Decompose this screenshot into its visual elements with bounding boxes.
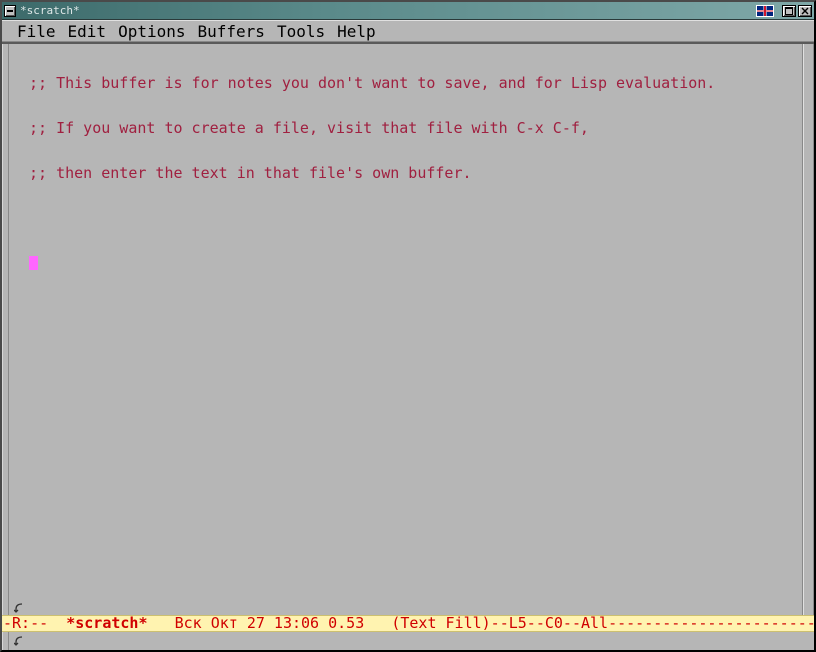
menu-edit[interactable]: Edit [63,22,112,41]
menu-help[interactable]: Help [332,22,381,41]
menu-tools[interactable]: Tools [272,22,330,41]
buffer-line [29,211,800,226]
left-fringe [9,44,29,615]
maximize-button[interactable] [782,5,796,17]
text-cursor [29,256,38,270]
system-menu-icon[interactable] [4,5,16,17]
window-title: *scratch* [20,4,80,17]
continuation-arrow-icon [14,636,24,646]
menu-options[interactable]: Options [113,22,190,41]
continuation-arrow-icon [14,603,24,613]
window-titlebar: *scratch* [2,2,814,20]
minibuffer[interactable] [29,632,814,650]
buffer-line: ;; If you want to create a file, visit t… [29,121,800,136]
outer-border-left [2,44,9,615]
buffer-line: ;; then enter the text in that file's ow… [29,166,800,181]
modeline-info: Вск Окт 27 13:06 0.53 (Text Fill)--L5--C… [148,615,609,632]
menu-bar: File Edit Options Buffers Tools Help [2,20,814,44]
menu-file[interactable]: File [12,22,61,41]
vertical-scrollbar[interactable] [802,44,814,615]
mode-line[interactable]: -R:-- *scratch* Вск Окт 27 13:06 0.53 (T… [2,615,814,632]
editor-area: ;; This buffer is for notes you don't wa… [2,44,814,615]
buffer-line: ;; This buffer is for notes you don't wa… [29,76,800,91]
modeline-status: -R:-- [3,615,66,632]
outer-border-left [2,632,9,650]
minibuffer-row [2,632,814,650]
menu-buffers[interactable]: Buffers [193,22,270,41]
keyboard-layout-flag-icon[interactable] [756,5,774,17]
close-button[interactable] [798,5,812,17]
modeline-trail: ------------------------ [608,615,814,632]
buffer-line [29,256,800,271]
text-buffer[interactable]: ;; This buffer is for notes you don't wa… [29,44,802,615]
modeline-buffer-name: *scratch* [66,615,147,632]
minibuffer-fringe [9,632,29,650]
